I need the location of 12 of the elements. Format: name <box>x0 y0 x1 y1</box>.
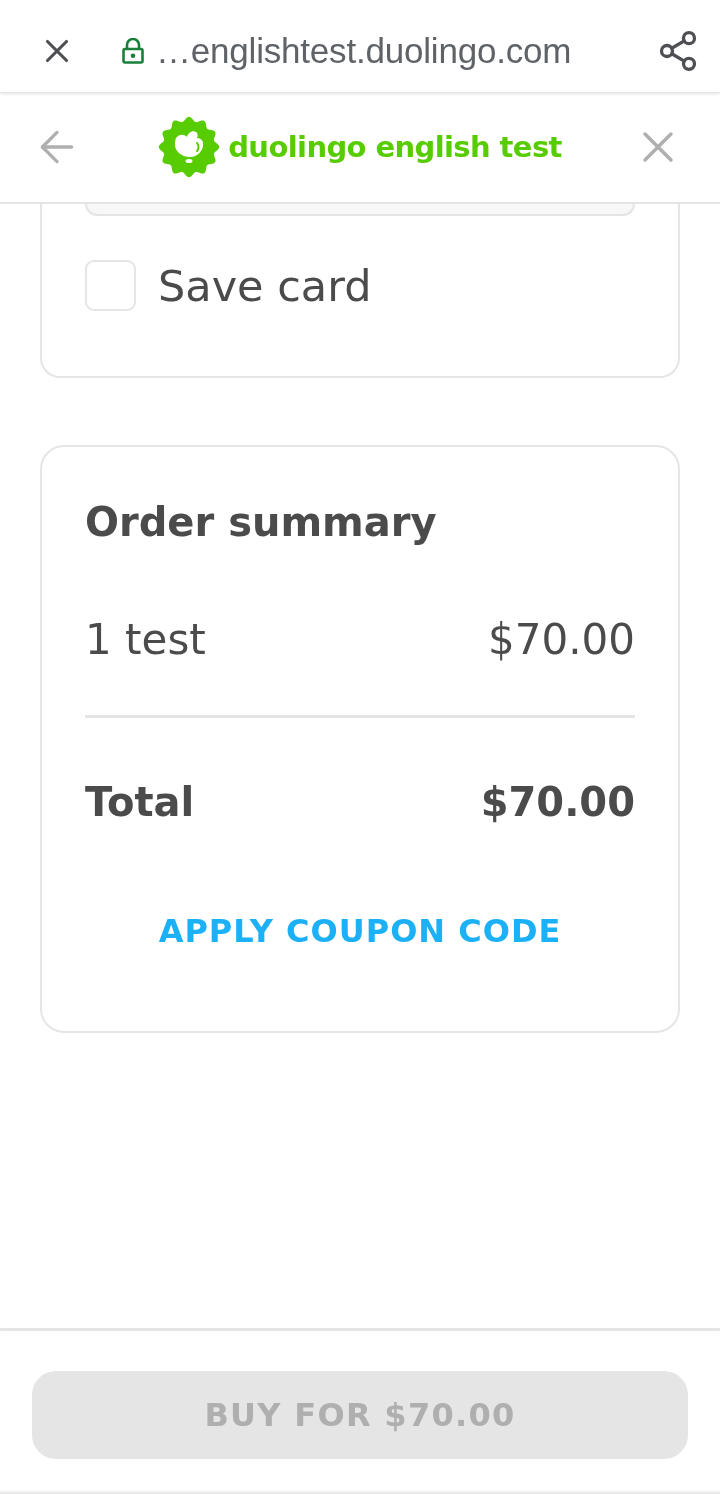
total-label: Total <box>85 779 195 825</box>
logo-text: duolingo english test <box>228 130 562 164</box>
save-card-checkbox[interactable] <box>85 260 136 311</box>
total-amount: $70.00 <box>480 779 635 825</box>
logo-icon <box>158 116 221 178</box>
item-label: 1 test <box>85 614 206 664</box>
url-text[interactable]: …englishtest.duolingo.com <box>156 31 572 71</box>
order-summary-title: Order summary <box>85 498 438 547</box>
card-input-field[interactable] <box>85 204 635 216</box>
lock-icon <box>122 38 144 64</box>
save-card-label[interactable]: Save card <box>158 260 372 311</box>
item-price: $70.00 <box>488 614 635 664</box>
